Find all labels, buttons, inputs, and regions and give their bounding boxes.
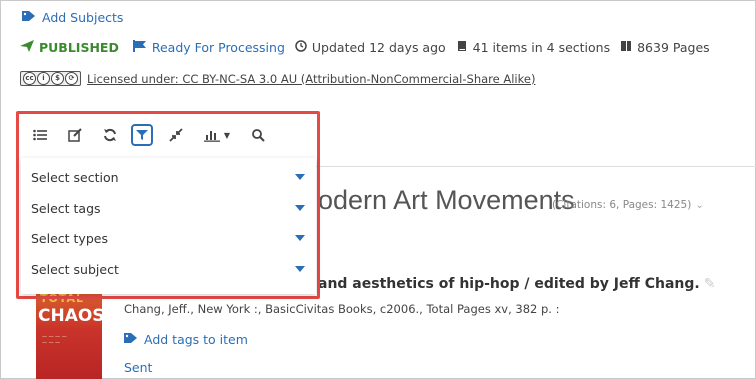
collapse-icon[interactable]	[162, 122, 190, 148]
select-tags-label[interactable]: Select tags	[31, 201, 101, 216]
book-cover-image[interactable]: TOTAL CHAOS — — — — — — —	[36, 290, 102, 379]
refresh-icon[interactable]	[96, 122, 124, 148]
items-label: 41 items in 4 sections	[472, 40, 611, 55]
chart-icon[interactable]: ▼	[197, 122, 237, 148]
items-info: 41 items in 4 sections	[456, 40, 610, 55]
license-link[interactable]: Licensed under: CC BY-NC-SA 3.0 AU (Attr…	[87, 72, 535, 86]
add-subjects-label[interactable]: Add Subjects	[42, 10, 123, 25]
cc-license-icon: cc i $ ⟳	[20, 71, 81, 86]
cover-title-text: CHAOS	[38, 306, 102, 326]
updated-info: Updated 12 days ago	[295, 40, 446, 55]
chevron-down-icon: ▼	[223, 130, 231, 140]
chevron-down-icon[interactable]	[295, 235, 305, 241]
item-status[interactable]: Sent	[124, 360, 152, 375]
filter-panel: Select section Select tags Select types …	[21, 158, 316, 294]
flag-icon	[132, 40, 147, 55]
pages-label: 8639 Pages	[637, 40, 710, 55]
ready-status[interactable]: Ready For Processing	[132, 40, 285, 55]
list-icon[interactable]	[26, 122, 54, 148]
published-status: PUBLISHED	[20, 40, 119, 55]
search-icon[interactable]	[244, 122, 272, 148]
add-tags-label[interactable]: Add tags to item	[144, 332, 248, 347]
status-line: PUBLISHED Ready For Processing Updated 1…	[20, 40, 710, 55]
paper-plane-icon	[20, 40, 34, 55]
select-subject[interactable]: Select subject	[31, 259, 311, 279]
select-tags[interactable]: Select tags	[31, 198, 311, 218]
section-title: odern Art Movements	[318, 185, 575, 215]
tag-icon	[124, 332, 138, 347]
chevron-down-icon[interactable]	[295, 205, 305, 211]
book-icon	[456, 40, 468, 55]
edit-icon[interactable]	[61, 122, 89, 148]
select-subject-label[interactable]: Select subject	[31, 262, 119, 277]
add-tags-link[interactable]: Add tags to item	[124, 332, 248, 347]
item-title[interactable]: and aesthetics of hip-hop / edited by Je…	[318, 276, 715, 292]
item-citation: Chang, Jeff., New York :, BasicCivitas B…	[124, 302, 560, 316]
chevron-down-icon[interactable]	[295, 266, 305, 272]
chevron-down-icon[interactable]	[295, 174, 305, 180]
chevron-down-icon[interactable]: ⌄	[695, 199, 704, 211]
list-toolbar: ▼	[26, 121, 279, 149]
select-types-label[interactable]: Select types	[31, 231, 108, 246]
license-line: cc i $ ⟳ Licensed under: CC BY-NC-SA 3.0 AU…	[20, 71, 535, 86]
edit-pencil-icon[interactable]: ✎	[704, 276, 716, 292]
section-meta-label: (Citations: 6, Pages: 1425)	[552, 199, 692, 211]
pages-info: 8639 Pages	[620, 40, 710, 55]
published-label: PUBLISHED	[39, 40, 119, 55]
cover-subtext: — — — — — — —	[42, 334, 67, 346]
select-section[interactable]: Select section	[31, 167, 311, 187]
filter-icon[interactable]	[131, 124, 153, 146]
item-title-label[interactable]: and aesthetics of hip-hop / edited by Je…	[318, 276, 700, 292]
ready-label[interactable]: Ready For Processing	[152, 40, 285, 55]
select-types[interactable]: Select types	[31, 228, 311, 248]
updated-label: Updated 12 days ago	[311, 40, 446, 55]
select-section-label[interactable]: Select section	[31, 170, 119, 185]
clock-icon	[295, 40, 307, 55]
section-meta: (Citations: 6, Pages: 1425) ⌄	[552, 199, 704, 211]
tag-icon	[22, 10, 36, 25]
pages-icon	[620, 40, 632, 55]
add-subjects-link[interactable]: Add Subjects	[22, 10, 123, 25]
